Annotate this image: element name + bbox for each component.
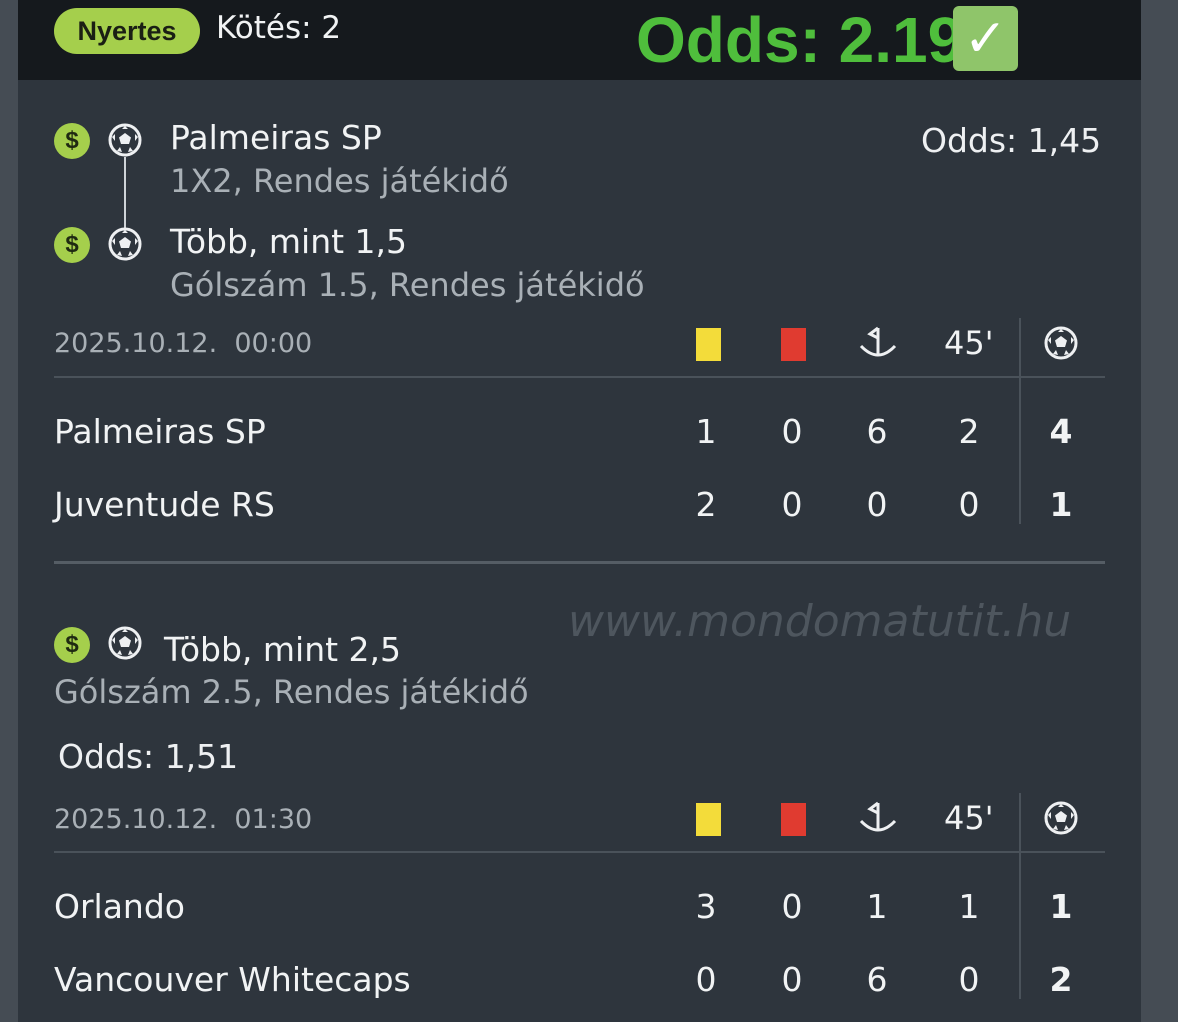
- bet-count-label: Kötés: 2: [216, 10, 342, 46]
- corner-flag-icon: [859, 326, 897, 357]
- yellow-cards-value: 1: [695, 412, 717, 451]
- match-date: 2025.10.12.: [54, 328, 218, 359]
- dollar-icon: $: [54, 227, 90, 263]
- soccer-ball-icon: [1044, 801, 1078, 835]
- red-card-icon: [781, 803, 806, 836]
- match-datetime: 2025.10.12. 00:00: [54, 328, 312, 359]
- odds-value: 1,45: [1027, 121, 1102, 160]
- goals-column-divider: [1019, 318, 1021, 524]
- goals-value: 1: [1049, 887, 1073, 926]
- yellow-card-icon: [696, 328, 721, 361]
- dollar-icon: $: [54, 123, 90, 159]
- selection-title: Több, mint 1,5: [170, 222, 408, 261]
- selection-title: Palmeiras SP: [170, 118, 382, 157]
- red-cards-value: 0: [781, 887, 803, 926]
- soccer-ball-icon: [108, 626, 142, 660]
- goals-column-divider: [1019, 793, 1021, 999]
- soccer-ball-icon: [108, 123, 142, 157]
- bet2-odds: Odds: 1,51: [58, 737, 238, 776]
- soccer-ball-icon: [1044, 326, 1078, 360]
- team-name: Orlando: [54, 887, 185, 926]
- odds-label: Odds:: [921, 121, 1018, 160]
- odds-value: 1,51: [164, 737, 239, 776]
- selection-connector: [124, 157, 126, 229]
- red-card-icon: [781, 328, 806, 361]
- bet-slip-card: Nyertes Kötés: 2 Odds: 2.19 ✓ $ Palmeira…: [18, 0, 1141, 1022]
- half-time-goals-value: 0: [958, 485, 980, 524]
- corner-flag-icon: [859, 801, 897, 832]
- half-time-goals-value: 1: [958, 887, 980, 926]
- check-mark-icon: ✓: [953, 6, 1018, 71]
- odds-label: Odds:: [58, 737, 155, 776]
- bet1-odds: Odds: 1,45: [921, 121, 1101, 160]
- team-name: Vancouver Whitecaps: [54, 960, 411, 999]
- half-time-label: 45': [944, 799, 994, 837]
- corners-value: 0: [866, 485, 888, 524]
- half-time-goals-value: 2: [958, 412, 980, 451]
- match-time: 00:00: [234, 328, 313, 359]
- stats-header-divider: [54, 851, 1105, 853]
- selection-subtitle: Gólszám 2.5, Rendes játékidő: [54, 673, 529, 711]
- yellow-cards-value: 2: [695, 485, 717, 524]
- selection-subtitle: 1X2, Rendes játékidő: [170, 162, 509, 200]
- red-cards-value: 0: [781, 485, 803, 524]
- red-cards-value: 0: [781, 960, 803, 999]
- soccer-ball-icon: [108, 227, 142, 261]
- selection-subtitle: Gólszám 1.5, Rendes játékidő: [170, 266, 645, 304]
- corners-value: 6: [866, 412, 888, 451]
- team-name: Palmeiras SP: [54, 412, 266, 451]
- goals-value: 2: [1049, 960, 1073, 999]
- goals-value: 4: [1049, 412, 1073, 451]
- selection-title: Több, mint 2,5: [164, 630, 402, 669]
- stats-header-divider: [54, 376, 1105, 378]
- bet-divider: [54, 561, 1105, 564]
- dollar-icon: $: [54, 627, 90, 663]
- watermark: www.mondomatutit.hu: [568, 596, 1072, 647]
- half-time-goals-value: 0: [958, 960, 980, 999]
- goals-value: 1: [1049, 485, 1073, 524]
- yellow-cards-value: 3: [695, 887, 717, 926]
- corners-value: 6: [866, 960, 888, 999]
- corners-value: 1: [866, 887, 888, 926]
- status-badge: Nyertes: [54, 8, 200, 54]
- match-date: 2025.10.12.: [54, 804, 218, 835]
- total-odds: Odds: 2.19: [636, 4, 964, 76]
- team-name: Juventude RS: [54, 485, 275, 524]
- yellow-card-icon: [696, 803, 721, 836]
- match-time: 01:30: [234, 804, 313, 835]
- half-time-label: 45': [944, 324, 994, 362]
- bet-header: Nyertes Kötés: 2 Odds: 2.19 ✓: [18, 0, 1141, 80]
- yellow-cards-value: 0: [695, 960, 717, 999]
- red-cards-value: 0: [781, 412, 803, 451]
- match-datetime: 2025.10.12. 01:30: [54, 804, 312, 835]
